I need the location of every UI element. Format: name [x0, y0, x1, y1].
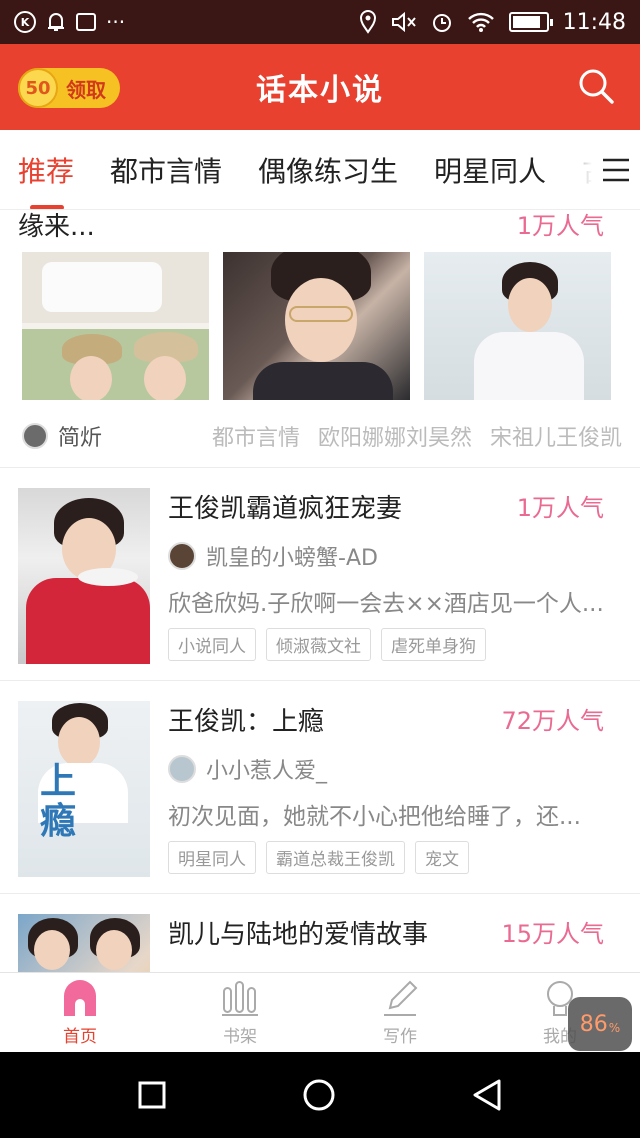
book-item[interactable]: 王俊凯霸道疯狂宠妻 1万人气 凯皇的小螃蟹-AD 欣爸欣妈.子欣啊一会去××酒店…	[0, 468, 640, 681]
book-author[interactable]: 凯皇的小螃蟹-AD	[206, 540, 378, 572]
home-icon	[64, 980, 96, 1016]
book-description: 初次见面，她就不小心把他给睡了，还...	[168, 804, 581, 830]
search-icon[interactable]	[576, 66, 616, 106]
featured-tag[interactable]: 都市言情	[212, 420, 300, 452]
featured-tag[interactable]: 欧阳娜娜刘昊然	[318, 420, 472, 452]
home-button-icon[interactable]	[302, 1078, 336, 1112]
book-cover[interactable]: 上瘾	[18, 701, 150, 877]
book-tag[interactable]: 虐死单身狗	[381, 628, 486, 661]
percent-value: 86	[579, 1011, 608, 1037]
featured-photo-3[interactable]	[424, 252, 611, 400]
k-circle-icon: K	[14, 11, 36, 33]
wifi-icon	[467, 12, 494, 32]
book-item[interactable]: 凯儿与陆地的爱情故事 15万人气	[0, 894, 640, 972]
clock: 11:48	[562, 9, 626, 35]
tab-write[interactable]: 写作	[320, 973, 480, 1052]
featured-author-avatar	[22, 423, 48, 449]
book-item[interactable]: 上瘾 王俊凯：上瘾 72万人气 小小惹人爱_ 初次见面，她就不小心把他给睡了，还…	[0, 681, 640, 894]
book-tag[interactable]: 霸道总裁王俊凯	[266, 841, 405, 874]
featured-photo-1[interactable]	[22, 252, 209, 400]
book-cover[interactable]	[18, 914, 150, 972]
book-popularity: 72万人气	[501, 707, 604, 735]
mute-icon	[391, 11, 416, 33]
recent-apps-icon[interactable]	[137, 1080, 167, 1110]
book-tag[interactable]: 明星同人	[168, 841, 256, 874]
image-icon	[76, 13, 96, 31]
book-author[interactable]: 小小惹人爱_	[206, 753, 327, 785]
featured-photo-2[interactable]	[223, 252, 410, 400]
book-tag[interactable]: 小说同人	[168, 628, 256, 661]
featured-title: 缘来...	[18, 212, 95, 242]
location-icon	[359, 10, 376, 34]
book-popularity: 15万人气	[501, 920, 604, 948]
bottom-tab-bar: 首页 书架 写作 我的	[0, 972, 640, 1052]
coin-icon: 50	[18, 68, 58, 108]
battery-icon	[508, 12, 553, 32]
book-tag[interactable]: 宠文	[415, 841, 469, 874]
book-tag[interactable]: 倾淑薇文社	[266, 628, 371, 661]
claim-label: 领取	[66, 77, 106, 102]
tab-home[interactable]: 首页	[0, 973, 160, 1052]
system-nav-bar	[0, 1052, 640, 1138]
tab-urban-romance[interactable]: 都市言情	[110, 150, 222, 190]
author-avatar	[168, 542, 196, 570]
pencil-icon	[384, 980, 418, 1016]
back-icon[interactable]	[471, 1078, 503, 1112]
app-title: 话本小说	[256, 73, 384, 108]
tab-bookshelf-label: 书架	[223, 1027, 257, 1047]
menu-icon	[603, 158, 629, 182]
book-title: 王俊凯：上瘾	[168, 707, 325, 737]
tab-celebrity-fanfic[interactable]: 明星同人	[434, 150, 546, 190]
book-title: 凯儿与陆地的爱情故事	[168, 920, 429, 950]
percent-sign: %	[608, 1021, 621, 1035]
cover-title: 上瘾	[40, 760, 77, 842]
bookshelf-icon	[222, 981, 258, 1016]
author-avatar	[168, 755, 196, 783]
featured-tag[interactable]: 宋祖儿王俊凯	[490, 420, 622, 452]
tab-menu-button[interactable]	[592, 130, 640, 209]
book-cover[interactable]	[18, 488, 150, 664]
book-popularity: 1万人气	[516, 494, 604, 522]
featured-card[interactable]: 缘来... 1万人气 简炘 都市言情 欧阳娜娜刘昊然 宋祖儿王俊凯	[0, 210, 640, 468]
notification-icon	[48, 13, 64, 31]
featured-popularity: 1万人气	[516, 212, 604, 240]
tab-recommend[interactable]: 推荐	[18, 150, 74, 209]
alarm-icon	[432, 14, 451, 32]
book-feed[interactable]: 缘来... 1万人气 简炘 都市言情 欧阳娜娜刘昊然 宋祖儿王俊凯 王俊凯霸道疯…	[0, 210, 640, 972]
tab-bookshelf[interactable]: 书架	[160, 973, 320, 1052]
book-title: 王俊凯霸道疯狂宠妻	[168, 494, 403, 524]
status-bar: K ··· 11:48	[0, 0, 640, 44]
claim-coins-button[interactable]: 50 领取	[18, 68, 120, 108]
app-header: 50 领取 话本小说	[0, 44, 640, 130]
floating-percent-badge[interactable]: 86%	[568, 997, 632, 1051]
category-tabs: 推荐 都市言情 偶像练习生 明星同人 古	[0, 130, 640, 210]
featured-author[interactable]: 简炘	[58, 420, 102, 452]
tab-write-label: 写作	[383, 1027, 417, 1047]
more-dots-icon: ···	[106, 10, 126, 34]
tab-idol-trainee[interactable]: 偶像练习生	[258, 150, 398, 190]
book-description: 欣爸欣妈.子欣啊一会去××酒店见一个人...	[168, 591, 604, 617]
tab-home-label: 首页	[63, 1027, 97, 1047]
